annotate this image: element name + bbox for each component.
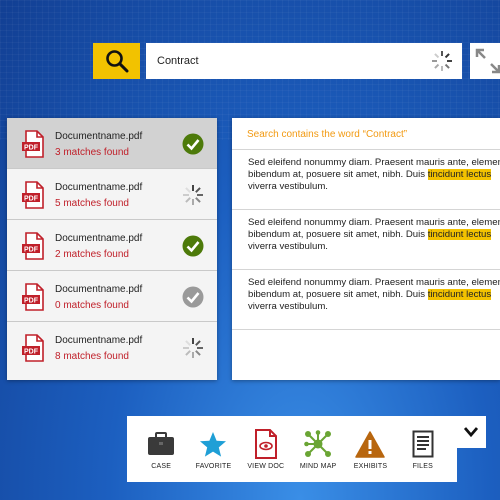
snippet-line-3: viverra vestibulum. bbox=[248, 181, 328, 192]
file-name: Documentname.pdf bbox=[55, 335, 143, 346]
briefcase-icon bbox=[148, 432, 175, 455]
file-matches: 3 matches found bbox=[55, 147, 129, 158]
file-name: Documentname.pdf bbox=[55, 131, 143, 142]
search-value: Contract bbox=[157, 55, 199, 67]
file-matches: 0 matches found bbox=[55, 300, 129, 311]
file-status bbox=[182, 235, 204, 257]
file-list-item[interactable]: PDF Documentname.pdf 3 matches found bbox=[7, 118, 217, 169]
search-icon bbox=[105, 50, 128, 73]
loading-spinner-icon bbox=[183, 185, 203, 205]
file-list-item[interactable]: PDF Documentname.pdf 2 matches found bbox=[7, 220, 217, 271]
chevron-down-icon bbox=[464, 427, 478, 437]
file-status bbox=[182, 337, 204, 359]
pdf-badge-text: PDF bbox=[24, 297, 39, 304]
file-name: Documentname.pdf bbox=[55, 284, 143, 295]
result-snippet[interactable]: Sed eleifend nonummy diam. Praesent maur… bbox=[232, 270, 500, 330]
case-button[interactable]: CASE bbox=[137, 416, 185, 470]
star-icon bbox=[200, 431, 227, 457]
exhibits-label: EXHIBITS bbox=[353, 463, 388, 470]
exhibits-button[interactable]: EXHIBITS bbox=[346, 416, 394, 470]
file-list-item[interactable]: PDF Documentname.pdf 8 matches found bbox=[7, 322, 217, 373]
snippet-highlight: tincidunt lectus bbox=[427, 289, 492, 300]
collapse-toolbar-button[interactable] bbox=[456, 416, 486, 448]
case-label: CASE bbox=[151, 463, 172, 470]
file-status bbox=[182, 286, 204, 308]
file-list: PDF Documentname.pdf 3 matches found PDF Doc… bbox=[7, 118, 217, 380]
snippet-line-2: bibendum at, posuere sit amet, nibh. Dui… bbox=[248, 229, 428, 240]
warning-icon bbox=[355, 430, 386, 458]
checkmark-icon bbox=[182, 133, 204, 155]
loading-spinner-icon bbox=[432, 51, 452, 71]
snippet-line-1: Sed eleifend nonummy diam. Praesent maur… bbox=[248, 217, 500, 228]
file-matches: 2 matches found bbox=[55, 249, 129, 260]
file-name: Documentname.pdf bbox=[55, 182, 143, 193]
file-status bbox=[182, 133, 204, 155]
checkmark-icon bbox=[182, 286, 204, 308]
mind-map-label: MIND MAP bbox=[299, 463, 337, 470]
pdf-file-icon: PDF bbox=[22, 283, 44, 311]
file-matches: 8 matches found bbox=[55, 351, 129, 362]
bottom-toolbar: CASE FAVORITE VIEW DOC MIND MAP EXHIBITS… bbox=[127, 416, 457, 482]
snippet-highlight: tincidunt lectus bbox=[427, 229, 492, 240]
file-list-item[interactable]: PDF Documentname.pdf 0 matches found bbox=[7, 271, 217, 322]
view-doc-label: VIEW DOC bbox=[247, 463, 285, 470]
result-snippet[interactable]: Sed eleifend nonummy diam. Praesent maur… bbox=[232, 150, 500, 210]
search-input[interactable]: Contract bbox=[146, 43, 462, 79]
favorite-button[interactable]: FAVORITE bbox=[189, 416, 237, 470]
snippet-highlight: tincidunt lectus bbox=[427, 169, 492, 180]
checkmark-icon bbox=[182, 235, 204, 257]
pdf-file-icon: PDF bbox=[22, 130, 44, 158]
expand-button[interactable] bbox=[470, 43, 500, 79]
files-button[interactable]: FILES bbox=[399, 416, 447, 470]
mind-map-button[interactable]: MIND MAP bbox=[294, 416, 342, 470]
pdf-badge-text: PDF bbox=[24, 348, 39, 355]
results-header: Search contains the word “Contract” bbox=[232, 118, 500, 150]
pdf-file-icon: PDF bbox=[22, 232, 44, 260]
loading-spinner-icon bbox=[183, 338, 203, 358]
snippet-line-1: Sed eleifend nonummy diam. Praesent maur… bbox=[248, 277, 500, 288]
snippet-line-3: viverra vestibulum. bbox=[248, 241, 328, 252]
file-status bbox=[182, 184, 204, 206]
pdf-badge-text: PDF bbox=[24, 144, 39, 151]
pdf-badge-text: PDF bbox=[24, 246, 39, 253]
file-matches: 5 matches found bbox=[55, 198, 129, 209]
snippet-line-2: bibendum at, posuere sit amet, nibh. Dui… bbox=[248, 289, 428, 300]
file-name: Documentname.pdf bbox=[55, 233, 143, 244]
pdf-badge-text: PDF bbox=[24, 195, 39, 202]
snippet-line-2: bibendum at, posuere sit amet, nibh. Dui… bbox=[248, 169, 428, 180]
files-label: FILES bbox=[412, 463, 434, 470]
expand-arrows-icon bbox=[475, 48, 500, 74]
pdf-file-icon: PDF bbox=[22, 334, 44, 362]
file-list-item[interactable]: PDF Documentname.pdf 5 matches found bbox=[7, 169, 217, 220]
search-button[interactable] bbox=[93, 43, 140, 79]
snippet-line-3: viverra vestibulum. bbox=[248, 301, 328, 312]
pdf-file-icon: PDF bbox=[22, 181, 44, 209]
results-panel: Search contains the word “Contract” Sed … bbox=[232, 118, 500, 380]
file-lines-icon bbox=[412, 430, 434, 458]
view-doc-button[interactable]: VIEW DOC bbox=[242, 416, 290, 470]
snippet-line-1: Sed eleifend nonummy diam. Praesent maur… bbox=[248, 157, 500, 168]
result-snippet[interactable]: Sed eleifend nonummy diam. Praesent maur… bbox=[232, 210, 500, 270]
mind-map-icon bbox=[304, 430, 332, 457]
favorite-label: FAVORITE bbox=[195, 463, 232, 470]
document-eye-icon bbox=[254, 429, 277, 459]
